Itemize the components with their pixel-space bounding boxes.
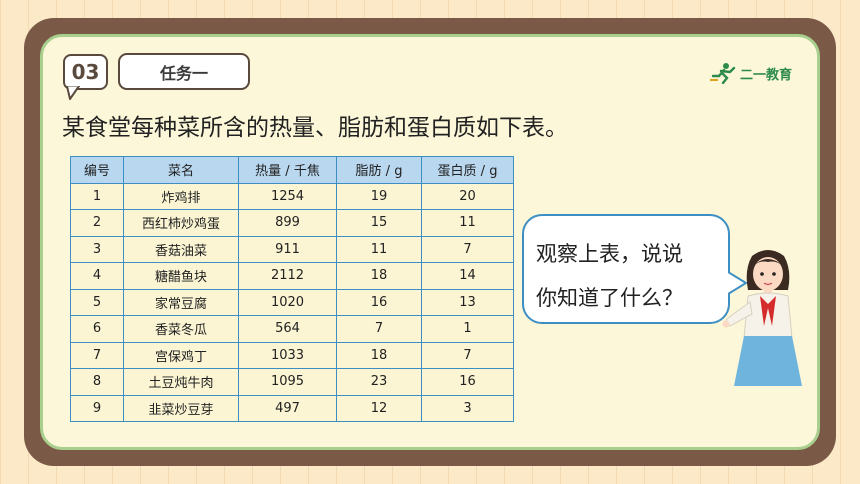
cell-number: 8: [70, 368, 124, 396]
cell-calories: 497: [238, 394, 337, 422]
cell-protein: 13: [421, 288, 514, 316]
cell-dish: 宫保鸡丁: [123, 341, 239, 369]
bubble-line-2: 你知道了什么？: [536, 286, 683, 310]
bubble-line-1: 观察上表，说说: [536, 242, 683, 266]
cell-fat: 16: [336, 288, 422, 316]
cell-calories: 899: [238, 209, 337, 237]
cell-dish: 香菜冬瓜: [123, 315, 239, 343]
brand-logo: 二一教育: [710, 60, 810, 86]
cell-calories: 1033: [238, 341, 337, 369]
col-header-fat: 脂肪 / g: [336, 156, 422, 184]
cell-dish: 韭菜炒豆芽: [123, 394, 239, 422]
task-label: 任务一: [118, 53, 250, 90]
cell-number: 4: [70, 262, 124, 290]
cell-calories: 1020: [238, 288, 337, 316]
speech-bubble: 观察上表，说说 你知道了什么？: [522, 214, 730, 324]
table-row: 5 家常豆腐 1020 16 13: [70, 288, 514, 316]
table-row: 3 香菇油菜 911 11 7: [70, 235, 514, 263]
cell-fat: 18: [336, 341, 422, 369]
table-row: 2 西红柿炒鸡蛋 899 15 11: [70, 209, 514, 237]
cell-number: 1: [70, 182, 124, 210]
table-row: 1 炸鸡排 1254 19 20: [70, 182, 514, 210]
table-row: 4 糖醋鱼块 2112 18 14: [70, 262, 514, 290]
cell-calories: 1254: [238, 182, 337, 210]
cell-calories: 911: [238, 235, 337, 263]
cell-protein: 1: [421, 315, 514, 343]
problem-heading: 某食堂每种菜所含的热量、脂肪和蛋白质如下表。: [62, 115, 568, 141]
cell-calories: 1095: [238, 368, 337, 396]
table-header-row: 编号 菜名 热量 / 千焦 脂肪 / g 蛋白质 / g: [70, 156, 514, 184]
cell-number: 6: [70, 315, 124, 343]
table-row: 7 宫保鸡丁 1033 18 7: [70, 341, 514, 369]
cell-calories: 564: [238, 315, 337, 343]
cell-dish: 糖醋鱼块: [123, 262, 239, 290]
cell-number: 3: [70, 235, 124, 263]
cell-protein: 7: [421, 341, 514, 369]
cell-calories: 2112: [238, 262, 337, 290]
logo-text: 二一教育: [740, 67, 793, 83]
cell-protein: 11: [421, 209, 514, 237]
cell-protein: 14: [421, 262, 514, 290]
cell-fat: 7: [336, 315, 422, 343]
cell-fat: 19: [336, 182, 422, 210]
cell-protein: 16: [421, 368, 514, 396]
cell-number: 5: [70, 288, 124, 316]
cell-number: 9: [70, 394, 124, 422]
cell-fat: 12: [336, 394, 422, 422]
badge-tail-icon: [66, 86, 80, 100]
cell-fat: 15: [336, 209, 422, 237]
cell-protein: 3: [421, 394, 514, 422]
running-figure-icon: [710, 63, 736, 84]
table-row: 8 土豆炖牛肉 1095 23 16: [70, 368, 514, 396]
nutrition-table: 编号 菜名 热量 / 千焦 脂肪 / g 蛋白质 / g 1 炸鸡排 1254 …: [70, 156, 514, 422]
table-row: 6 香菜冬瓜 564 7 1: [70, 315, 514, 343]
section-number-badge: 03: [63, 54, 108, 90]
table-row: 9 韭菜炒豆芽 497 12 3: [70, 394, 514, 422]
cell-dish: 炸鸡排: [123, 182, 239, 210]
col-header-number: 编号: [70, 156, 124, 184]
col-header-calories: 热量 / 千焦: [238, 156, 337, 184]
cell-fat: 18: [336, 262, 422, 290]
cell-dish: 香菇油菜: [123, 235, 239, 263]
cell-protein: 7: [421, 235, 514, 263]
cell-number: 2: [70, 209, 124, 237]
cell-fat: 23: [336, 368, 422, 396]
cell-dish: 家常豆腐: [123, 288, 239, 316]
cell-dish: 土豆炖牛肉: [123, 368, 239, 396]
col-header-protein: 蛋白质 / g: [421, 156, 514, 184]
cell-number: 7: [70, 341, 124, 369]
col-header-dish: 菜名: [123, 156, 239, 184]
student-girl-illustration: [722, 250, 802, 386]
cell-dish: 西红柿炒鸡蛋: [123, 209, 239, 237]
cell-fat: 11: [336, 235, 422, 263]
cell-protein: 20: [421, 182, 514, 210]
